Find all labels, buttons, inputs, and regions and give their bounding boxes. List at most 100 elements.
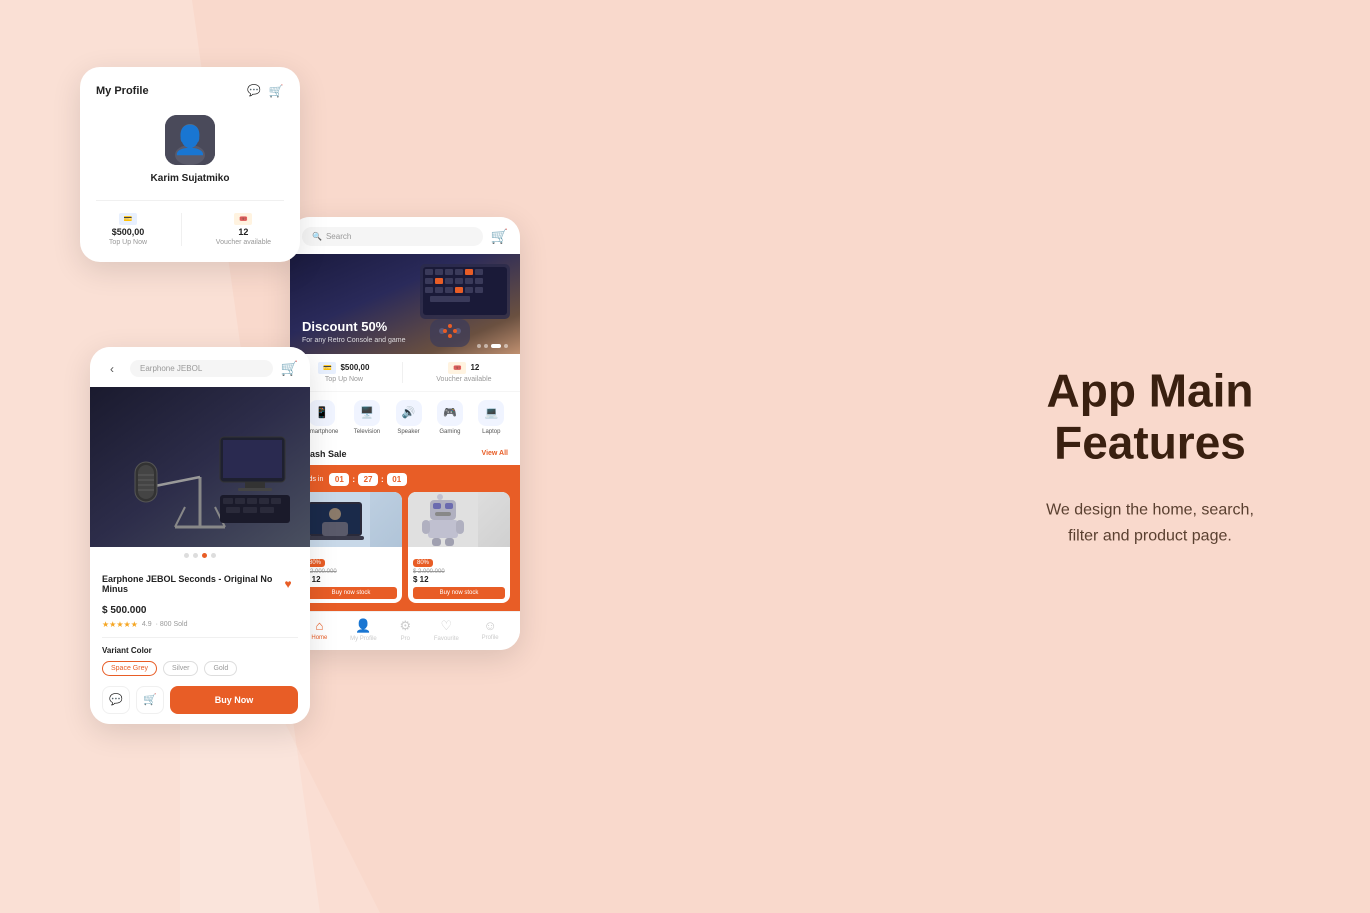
avatar-face	[165, 115, 215, 165]
timer-seconds: 01	[387, 473, 407, 486]
profile-title: My Profile	[96, 85, 149, 97]
home-voucher-label: Voucher available	[436, 376, 491, 383]
product-phone: ‹ Earphone JEBOL 🛒	[90, 347, 310, 724]
flash-price-1: $ 12	[305, 575, 397, 584]
profile-nav-icon: 👤	[355, 618, 371, 634]
category-speaker[interactable]: 🔊 Speaker	[396, 400, 422, 435]
user-nav-label: Profile	[482, 635, 499, 641]
voucher-stat: 🎟️ 12 Voucher available	[216, 213, 271, 246]
app-description: We design the home, search,filter and pr…	[1010, 498, 1290, 549]
variant-options: Space Grey Silver Gold	[102, 661, 298, 676]
bottom-nav: ⌂ Home 👤 My Profile ⚙ Pro ♡ Favourite ☺	[290, 611, 520, 650]
wallet-icon: 💳	[119, 213, 137, 225]
home-cart-icon[interactable]: 🛒	[491, 228, 508, 245]
variant-silver[interactable]: Silver	[163, 661, 199, 676]
chat-icon[interactable]: 💬	[246, 83, 262, 99]
product-cart-icon[interactable]: 🛒	[281, 360, 298, 377]
home-wallet-icon: 💳	[318, 362, 336, 374]
banner-content: Discount 50% For any Retro Console and g…	[302, 319, 406, 344]
smartphone-icon: 📱	[309, 400, 335, 426]
category-laptop[interactable]: 💻 Laptop	[478, 400, 504, 435]
view-all-button[interactable]: View All	[482, 450, 508, 457]
variant-space-grey[interactable]: Space Grey	[102, 661, 157, 676]
balance-label: Top Up Now	[109, 239, 147, 246]
favorite-button[interactable]: ♥	[278, 574, 298, 594]
home-search-bar[interactable]: 🔍 Search	[302, 227, 483, 246]
flash-sale-area: Ends in 01 : 27 : 01	[290, 465, 520, 611]
nav-user[interactable]: ☺ Profile	[482, 618, 499, 642]
home-nav-icon: ⌂	[315, 618, 323, 633]
nav-home[interactable]: ⌂ Home	[311, 618, 327, 642]
product-name: Earphone JEBOL Seconds - Original No Min…	[102, 574, 278, 594]
product-actions: 💬 🛒 Buy Now	[102, 686, 298, 714]
category-smartphone[interactable]: 📱 Smartphone	[306, 400, 339, 435]
phones-area: My Profile 💬 🛒	[60, 47, 580, 867]
speaker-icon: 🔊	[396, 400, 422, 426]
home-stats: 💳 $500,00 Top Up Now 🎟️ 12 Voucher avail…	[290, 354, 520, 392]
dot-3-active	[202, 553, 207, 558]
banner-area: Discount 50% For any Retro Console and g…	[290, 254, 520, 354]
favourite-nav-label: Favourite	[434, 636, 459, 642]
message-button[interactable]: 💬	[102, 686, 130, 714]
title-line2: Features	[1054, 417, 1246, 469]
text-section: App Main Features We design the home, se…	[1010, 364, 1290, 549]
dot-4	[211, 553, 216, 558]
laptop-icon: 💻	[478, 400, 504, 426]
buy-btn-1[interactable]: Buy now stock	[305, 587, 397, 599]
nav-pro[interactable]: ⚙ Pro	[399, 618, 411, 642]
product-phone-header: ‹ Earphone JEBOL 🛒	[90, 347, 310, 387]
banner-subtitle: For any Retro Console and game	[302, 337, 406, 344]
app-main-title: App Main Features	[1010, 364, 1290, 470]
banner-dot-3-active	[491, 344, 501, 348]
home-balance-stat: 💳 $500,00 Top Up Now	[318, 362, 369, 383]
timer-hours: 01	[329, 473, 349, 486]
nav-favourite[interactable]: ♡ Favourite	[434, 618, 459, 642]
avatar	[165, 115, 215, 165]
search-icon: 🔍	[312, 232, 322, 241]
category-television[interactable]: 🖥️ Television	[354, 400, 380, 435]
category-gaming[interactable]: 🎮 Gaming	[437, 400, 463, 435]
stats-divider	[402, 362, 403, 383]
flash-product-2-info: 80% $ 2.000.000 $ 12 Buy now stock	[408, 547, 510, 603]
flash-products: 80% $ 2.000.000 $ 12 Buy now stock	[300, 492, 510, 603]
voucher-label: Voucher available	[216, 239, 271, 246]
flash-product-1: 80% $ 2.000.000 $ 12 Buy now stock	[300, 492, 402, 603]
voucher-icon-row: 🎟️	[234, 213, 252, 225]
profile-name: Karim Sujatmiko	[151, 173, 230, 184]
product-search-bar[interactable]: Earphone JEBOL	[130, 360, 273, 377]
timer-blocks: 01 : 27 : 01	[329, 473, 406, 486]
timer-sep-1: :	[352, 475, 355, 484]
categories: 📱 Smartphone 🖥️ Television 🔊 Speaker 🎮 G…	[290, 392, 520, 443]
profile-phone: My Profile 💬 🛒	[80, 67, 300, 262]
category-television-label: Television	[354, 429, 380, 435]
flash-product-2: 80% $ 2.000.000 $ 12 Buy now stock	[408, 492, 510, 603]
rating-text: 4.9	[142, 621, 152, 628]
banner-dot-4	[504, 344, 508, 348]
flash-product-1-image	[300, 492, 402, 547]
home-balance-value: $500,00	[340, 363, 369, 372]
cart-add-button[interactable]: 🛒	[136, 686, 164, 714]
banner-dots	[477, 344, 508, 348]
flash-sale-header: Flash Sale View All	[290, 443, 520, 465]
cart-icon[interactable]: 🛒	[268, 83, 284, 99]
voucher-value: 12	[238, 227, 248, 237]
timer-minutes: 27	[358, 473, 378, 486]
dot-2	[193, 553, 198, 558]
home-balance-icon-row: 💳 $500,00	[318, 362, 369, 374]
nav-profile[interactable]: 👤 My Profile	[350, 618, 377, 642]
home-voucher-stat: 🎟️ 12 Voucher available	[436, 362, 491, 383]
home-nav-label: Home	[311, 635, 327, 641]
buy-btn-2[interactable]: Buy now stock	[413, 587, 505, 599]
dot-1	[184, 553, 189, 558]
discount-badge-2: 80%	[413, 559, 433, 567]
category-gaming-label: Gaming	[439, 429, 460, 435]
back-button[interactable]: ‹	[102, 359, 122, 379]
variant-gold[interactable]: Gold	[204, 661, 237, 676]
main-container: My Profile 💬 🛒	[0, 0, 1370, 913]
buy-now-button[interactable]: Buy Now	[170, 686, 298, 714]
variant-section: Variant Color Space Grey Silver Gold 💬 🛒…	[102, 637, 298, 714]
product-image	[90, 387, 310, 547]
home-voucher-icon-row: 🎟️ 12	[448, 362, 479, 374]
balance-stat: 💳 $500,00 Top Up Now	[109, 213, 147, 246]
star-rating: ★★★★★	[102, 620, 138, 629]
